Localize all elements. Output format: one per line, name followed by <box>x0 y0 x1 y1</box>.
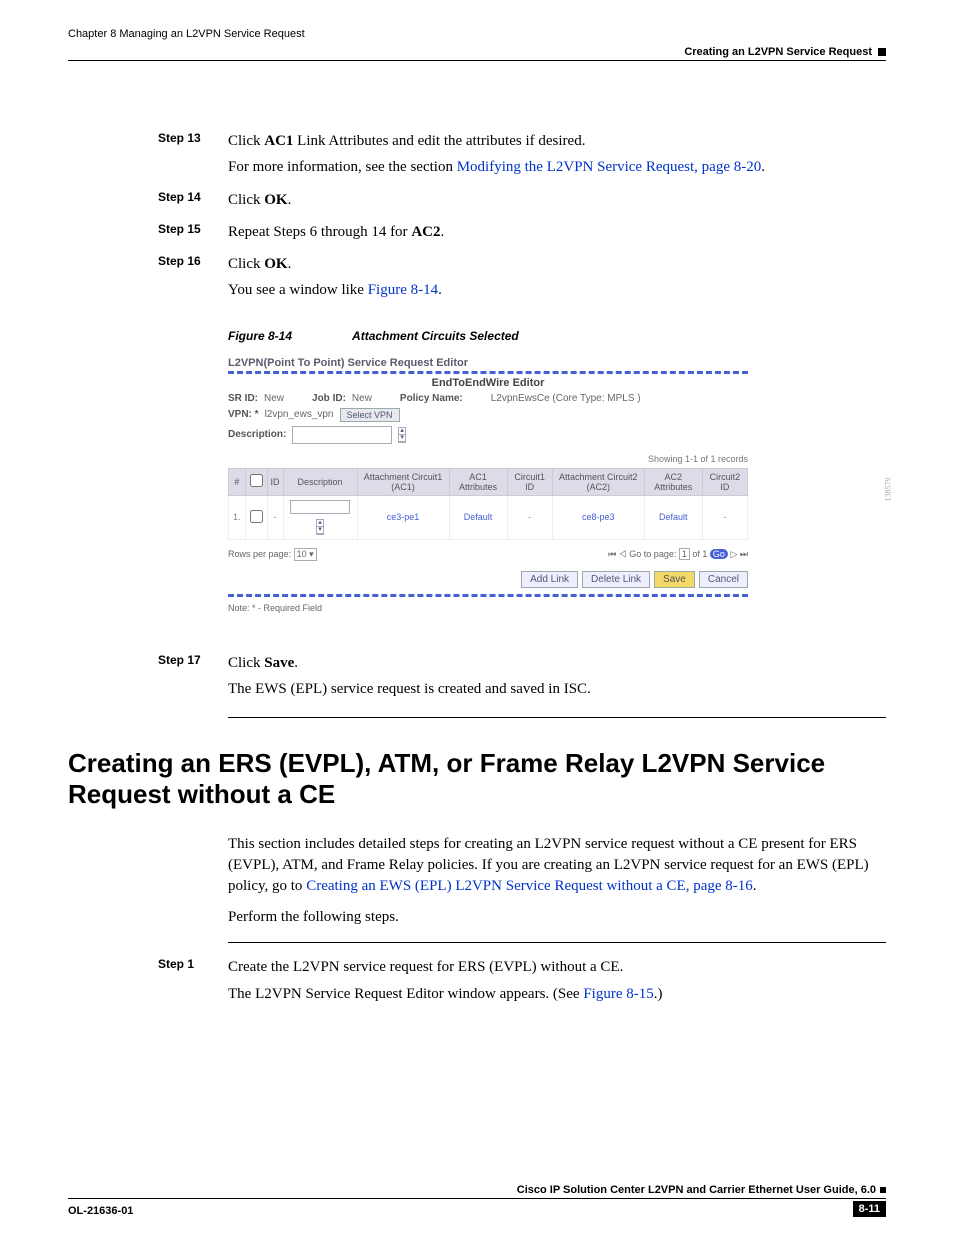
steps-divider <box>228 942 886 943</box>
step-15-text: Repeat Steps 6 through 14 for AC2. <box>228 222 886 248</box>
chapter-header: Chapter 8 Managing an L2VPN Service Requ… <box>68 28 886 40</box>
vpn-label: VPN: * <box>228 409 259 420</box>
ac1-link[interactable]: ce3-pe1 <box>357 495 449 539</box>
last-page-icon[interactable]: ⏭ <box>740 549 748 559</box>
save-button[interactable]: Save <box>654 571 695 588</box>
description-scroll-icon[interactable]: ▴▾ <box>398 427 406 443</box>
step-13-label: Step 13 <box>158 131 228 184</box>
row-scroll-icon[interactable]: ▴▾ <box>316 519 324 535</box>
row-desc-input[interactable] <box>290 500 350 514</box>
figure-id-number: 138579 <box>884 477 893 501</box>
perform-paragraph: Perform the following steps. <box>228 907 886 928</box>
go-button[interactable]: Go <box>710 549 728 559</box>
step-14-label: Step 14 <box>158 190 228 216</box>
section-title: Creating an L2VPN Service Request <box>684 46 872 58</box>
required-note: Note: * - Required Field <box>228 603 748 613</box>
step-14-text: Click OK. <box>228 190 886 216</box>
goto-input[interactable]: 1 <box>679 548 690 560</box>
header-marker-square <box>878 48 886 56</box>
select-all-checkbox[interactable] <box>250 474 263 487</box>
policy-label: Policy Name: <box>400 393 463 404</box>
srid-label: SR ID: <box>228 393 258 404</box>
table-row: 1. - ▴▾ ce3-pe1 Default - ce8-pe3 Defaul… <box>229 495 748 539</box>
step-1-text: Create the L2VPN service request for ERS… <box>228 957 886 1010</box>
figure-8-14-link[interactable]: Figure 8-14 <box>368 282 438 298</box>
ac1-attr-link[interactable]: Default <box>449 495 507 539</box>
section-divider <box>228 717 886 718</box>
prev-page-icon[interactable]: ◁ <box>619 549 627 559</box>
delete-link-button[interactable]: Delete Link <box>582 571 650 588</box>
vpn-value: l2vpn_ews_vpn <box>265 409 334 420</box>
srid-value: New <box>264 393 284 404</box>
cancel-button[interactable]: Cancel <box>699 571 748 588</box>
circuits-table: #IDDescriptionAttachment Circuit1 (AC1)A… <box>228 468 748 540</box>
header-rule <box>68 60 886 61</box>
select-vpn-button[interactable]: Select VPN <box>340 408 400 422</box>
row-checkbox[interactable] <box>250 510 263 523</box>
rows-per-page-select[interactable]: 10 ▾ <box>294 548 317 561</box>
wire-editor-label: EndToEndWire Editor <box>228 377 748 389</box>
step-17-text: Click Save. The EWS (EPL) service reques… <box>228 653 886 706</box>
modify-link[interactable]: Modifying the L2VPN Service Request, pag… <box>457 159 762 175</box>
step-17-label: Step 17 <box>158 653 228 706</box>
footer-doc-id: OL-21636-01 <box>68 1205 133 1217</box>
figure-caption: Figure 8-14Attachment Circuits Selected <box>228 329 886 343</box>
step-16-label: Step 16 <box>158 254 228 307</box>
footer-title: Cisco IP Solution Center L2VPN and Carri… <box>517 1184 876 1196</box>
step-15-label: Step 15 <box>158 222 228 248</box>
records-count: Showing 1-1 of 1 records <box>228 454 748 464</box>
jobid-value: New <box>352 393 372 404</box>
jobid-label: Job ID: <box>312 393 346 404</box>
intro-paragraph: This section includes detailed steps for… <box>228 834 886 897</box>
of-pages: of 1 <box>692 549 707 559</box>
rows-per-page-label: Rows per page: <box>228 549 291 559</box>
step-16-text: Click OK. You see a window like Figure 8… <box>228 254 886 307</box>
goto-label: Go to page: <box>629 549 676 559</box>
footer-rule <box>68 1198 886 1199</box>
ac2-attr-link[interactable]: Default <box>644 495 702 539</box>
first-page-icon[interactable]: ⏮ <box>608 549 616 559</box>
policy-value: L2vpnEwsCe (Core Type: MPLS ) <box>491 393 641 404</box>
step-13-text: Click AC1 Link Attributes and edit the a… <box>228 131 886 184</box>
description-input[interactable] <box>292 426 392 444</box>
next-page-icon[interactable]: ▷ <box>730 549 737 559</box>
ews-epl-link[interactable]: Creating an EWS (EPL) L2VPN Service Requ… <box>306 878 753 894</box>
page-number: 8-11 <box>853 1201 886 1217</box>
main-heading: Creating an ERS (EVPL), ATM, or Frame Re… <box>68 748 886 810</box>
add-link-button[interactable]: Add Link <box>521 571 578 588</box>
ac2-link[interactable]: ce8-pe3 <box>552 495 644 539</box>
figure-8-15-link[interactable]: Figure 8-15 <box>583 986 653 1002</box>
step-1-label: Step 1 <box>158 957 228 1010</box>
description-label: Description: <box>228 429 286 440</box>
figure-8-14: L2VPN(Point To Point) Service Request Ed… <box>68 357 886 613</box>
editor-title: L2VPN(Point To Point) Service Request Ed… <box>228 357 748 369</box>
footer-marker-square <box>880 1187 886 1193</box>
